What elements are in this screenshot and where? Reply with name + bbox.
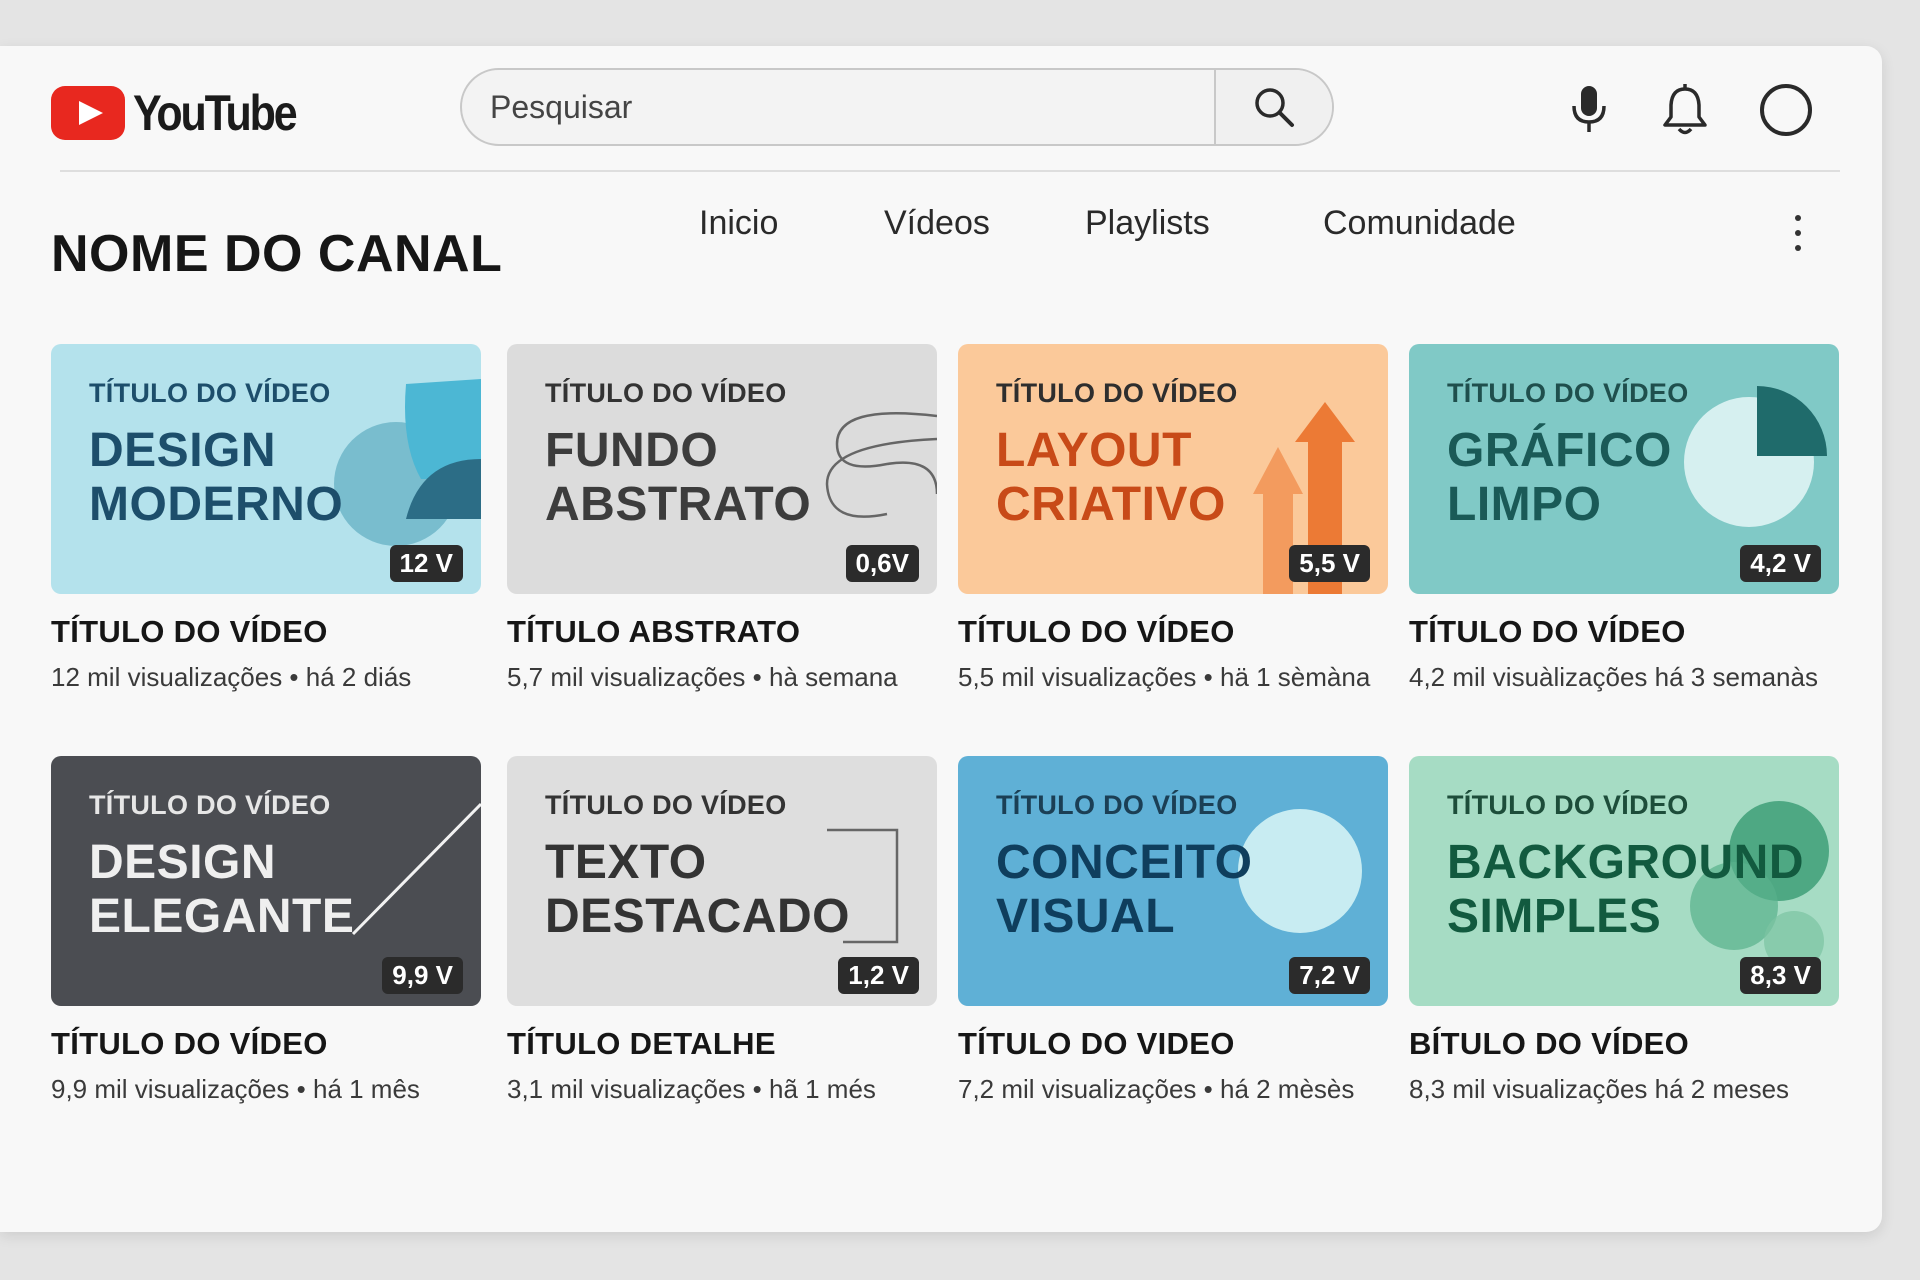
tab-comunidade[interactable]: Comunidade bbox=[1323, 204, 1516, 243]
video-card[interactable]: TÍTULO DO VÍDEO GRÁFICO LIMPO 4,2 V TÍTU… bbox=[1409, 344, 1839, 693]
thumbnail-headline: LAYOUT CRIATIVO bbox=[996, 424, 1226, 531]
duration-badge: 4,2 V bbox=[1740, 545, 1821, 582]
video-title[interactable]: TÍTULO DO VIDEO bbox=[958, 1026, 1388, 1062]
video-card[interactable]: TÍTULO DO VÍDEO DESIGN MODERNO 12 V TÍTU… bbox=[51, 344, 481, 693]
video-thumbnail[interactable]: TÍTULO DO VÍDEO FUNDO ABSTRATO 0,6V bbox=[507, 344, 937, 594]
video-title[interactable]: BÍTULO DO VÍDEO bbox=[1409, 1026, 1839, 1062]
youtube-logo[interactable]: YouTube bbox=[51, 84, 322, 142]
search-bar bbox=[460, 68, 1334, 146]
header-divider bbox=[60, 170, 1840, 172]
duration-badge: 5,5 V bbox=[1289, 545, 1370, 582]
duration-badge: 0,6V bbox=[845, 545, 919, 582]
tab-inicio[interactable]: Inicio bbox=[699, 204, 778, 243]
thumbnail-headline: GRÁFICO LIMPO bbox=[1447, 424, 1672, 531]
video-thumbnail[interactable]: TÍTULO DO VÍDEO LAYOUT CRIATIVO 5,5 V bbox=[958, 344, 1388, 594]
account-button[interactable] bbox=[1756, 80, 1816, 140]
video-meta: 4,2 mil visuàlizações há 3 semanàs bbox=[1409, 662, 1818, 692]
video-title[interactable]: TÍTULO ABSTRATO bbox=[507, 614, 937, 650]
channel-tabs: Inicio Vídeos Playlists Comunidade bbox=[0, 204, 1882, 254]
video-meta: 5,7 mil visualizações • hà semana bbox=[507, 662, 898, 692]
play-logo-icon bbox=[51, 86, 125, 140]
video-thumbnail[interactable]: TÍTULO DO VÍDEO DESIGN MODERNO 12 V bbox=[51, 344, 481, 594]
video-title[interactable]: TÍTULO DO VÍDEO bbox=[958, 614, 1388, 650]
video-thumbnail[interactable]: TÍTULO DO VÍDEO TEXTO DESTACADO 1,2 V bbox=[507, 756, 937, 1006]
thumbnail-headline: DESIGN ELEGANTE bbox=[89, 836, 355, 943]
search-icon bbox=[1255, 88, 1294, 127]
video-title[interactable]: TÍTULO DO VÍDEO bbox=[51, 1026, 481, 1062]
video-thumbnail[interactable]: TÍTULO DO VÍDEO GRÁFICO LIMPO 4,2 V bbox=[1409, 344, 1839, 594]
video-meta: 3,1 mil visualizações • hã 1 més bbox=[507, 1074, 876, 1104]
youtube-window: YouTube Pesquisar NOME DO CANAL Inicio V… bbox=[0, 46, 1882, 1232]
voice-search-button[interactable] bbox=[1559, 80, 1619, 140]
video-meta: 9,9 mil visualizações • há 1 mês bbox=[51, 1074, 420, 1104]
video-card[interactable]: TÍTULO DO VÍDEO TEXTO DESTACADO 1,2 V TÍ… bbox=[507, 756, 937, 1105]
duration-badge: 8,3 V bbox=[1740, 957, 1821, 994]
video-thumbnail[interactable]: TÍTULO DO VÍDEO BACKGROUND SIMPLES 8,3 V bbox=[1409, 756, 1839, 1006]
video-meta: 5,5 mil visualizações • hä 1 sèmàna bbox=[958, 662, 1371, 692]
tab-videos[interactable]: Vídeos bbox=[884, 204, 990, 243]
search-button[interactable] bbox=[1214, 70, 1332, 144]
more-options-button[interactable] bbox=[1778, 211, 1818, 255]
video-card[interactable]: TÍTULO DO VÍDEO LAYOUT CRIATIVO 5,5 V TÍ… bbox=[958, 344, 1388, 693]
search-input[interactable] bbox=[462, 70, 1214, 144]
duration-badge: 9,9 V bbox=[382, 957, 463, 994]
video-card[interactable]: TÍTULO DO VÍDEO BACKGROUND SIMPLES 8,3 V… bbox=[1409, 756, 1839, 1105]
video-title[interactable]: TÍTULO DETALHE bbox=[507, 1026, 937, 1062]
video-card[interactable]: TÍTULO DO VÍDEO FUNDO ABSTRATO 0,6V TÍTU… bbox=[507, 344, 937, 693]
video-title[interactable]: TÍTULO DO VÍDEO bbox=[1409, 614, 1839, 650]
tab-playlists[interactable]: Playlists bbox=[1085, 204, 1210, 243]
duration-badge: 7,2 V bbox=[1289, 957, 1370, 994]
duration-badge: 12 V bbox=[389, 545, 463, 582]
microphone-icon bbox=[1572, 86, 1606, 132]
thumbnail-headline: BACKGROUND SIMPLES bbox=[1447, 836, 1804, 943]
thumbnail-headline: FUNDO ABSTRATO bbox=[545, 424, 812, 531]
duration-badge: 1,2 V bbox=[838, 957, 919, 994]
video-meta: 8,3 mil visualizações há 2 meses bbox=[1409, 1074, 1790, 1104]
video-card[interactable]: TÍTULO DO VÍDEO DESIGN ELEGANTE 9,9 V TÍ… bbox=[51, 756, 481, 1105]
video-meta: 7,2 mil visualizações • há 2 mèsès bbox=[958, 1074, 1355, 1104]
bell-icon bbox=[1663, 84, 1707, 135]
notifications-button[interactable] bbox=[1655, 80, 1715, 140]
video-title[interactable]: TÍTULO DO VÍDEO bbox=[51, 614, 481, 650]
account-circle-icon bbox=[1760, 84, 1812, 136]
thumbnail-headline: TEXTO DESTACADO bbox=[545, 836, 850, 943]
thumbnail-headline: CONCEITO VISUAL bbox=[996, 836, 1253, 943]
video-thumbnail[interactable]: TÍTULO DO VÍDEO DESIGN ELEGANTE 9,9 V bbox=[51, 756, 481, 1006]
logo-text: YouTube bbox=[133, 85, 298, 141]
top-bar: YouTube bbox=[0, 46, 1882, 172]
video-thumbnail[interactable]: TÍTULO DO VÍDEO CONCEITO VISUAL 7,2 V bbox=[958, 756, 1388, 1006]
thumbnail-headline: DESIGN MODERNO bbox=[89, 424, 344, 531]
video-meta: 12 mil visualizações • há 2 diás bbox=[51, 662, 412, 692]
more-vertical-icon bbox=[1795, 215, 1801, 221]
video-card[interactable]: TÍTULO DO VÍDEO CONCEITO VISUAL 7,2 V TÍ… bbox=[958, 756, 1388, 1105]
